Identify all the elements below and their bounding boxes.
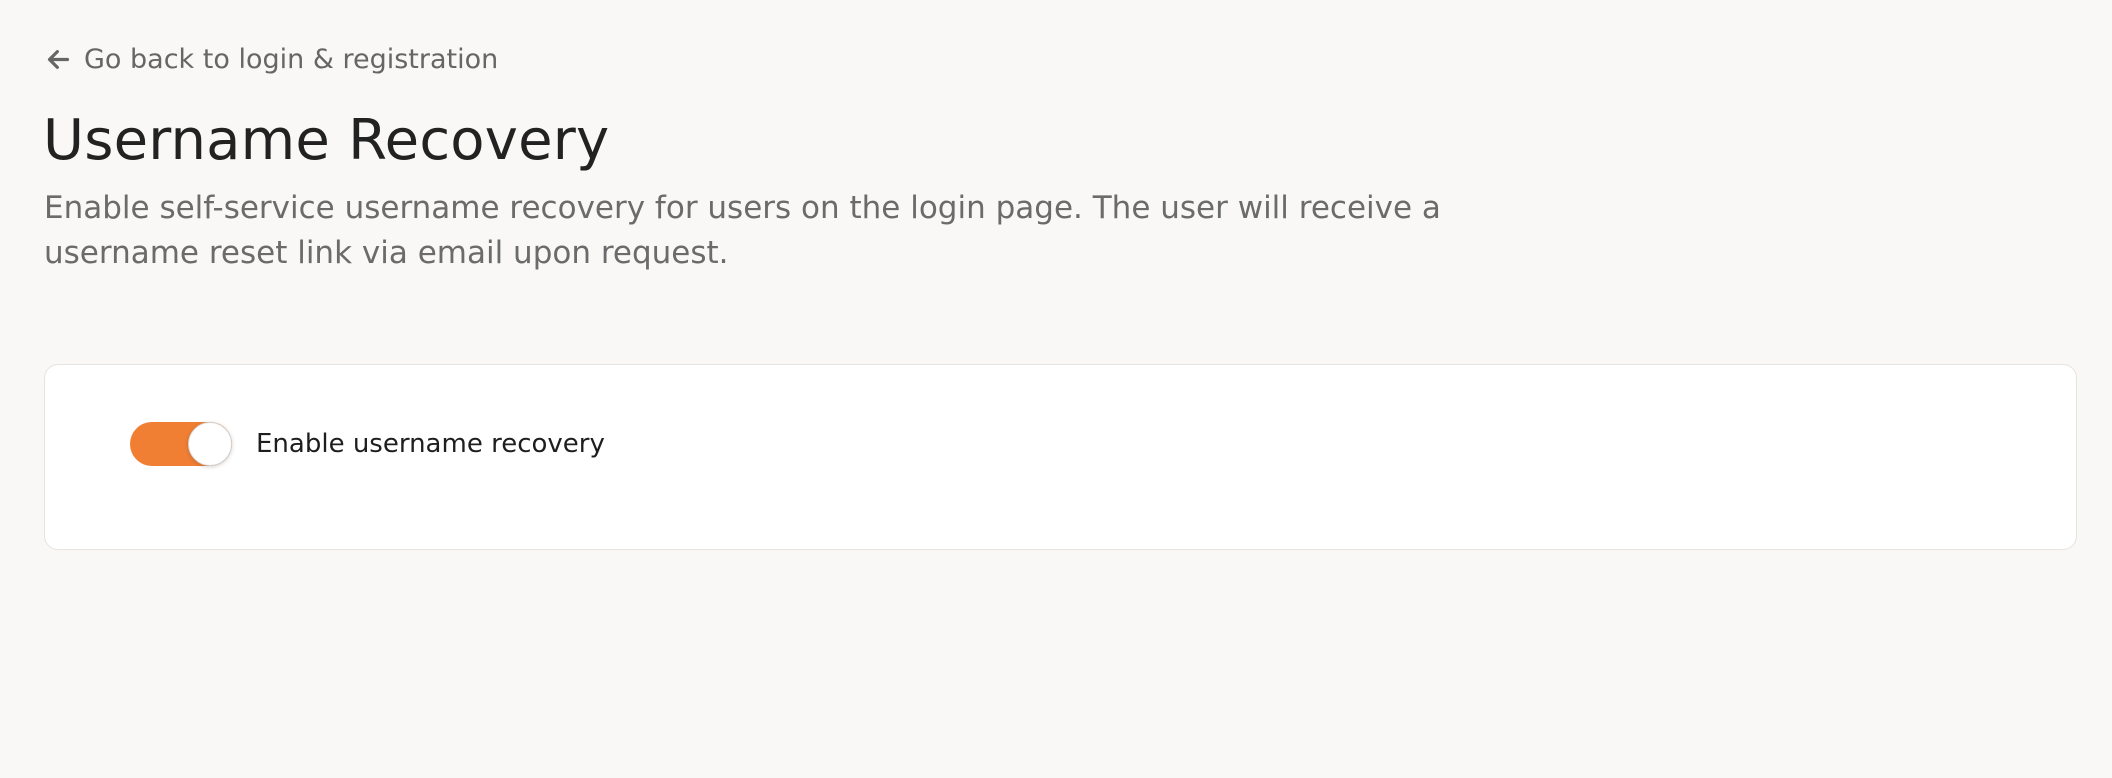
username-recovery-setting: Enable username recovery xyxy=(130,422,605,466)
page-title: Username Recovery xyxy=(43,108,610,173)
arrow-left-icon xyxy=(45,46,72,73)
back-to-login-link[interactable]: Go back to login & registration xyxy=(45,44,498,75)
back-link-label: Go back to login & registration xyxy=(84,44,499,75)
page-description: Enable self-service username recovery fo… xyxy=(44,190,1441,271)
toggle-knob xyxy=(188,422,232,466)
settings-card: Enable username recovery xyxy=(44,364,2077,550)
username-recovery-toggle[interactable] xyxy=(130,422,232,466)
toggle-label: Enable username recovery xyxy=(256,429,605,459)
